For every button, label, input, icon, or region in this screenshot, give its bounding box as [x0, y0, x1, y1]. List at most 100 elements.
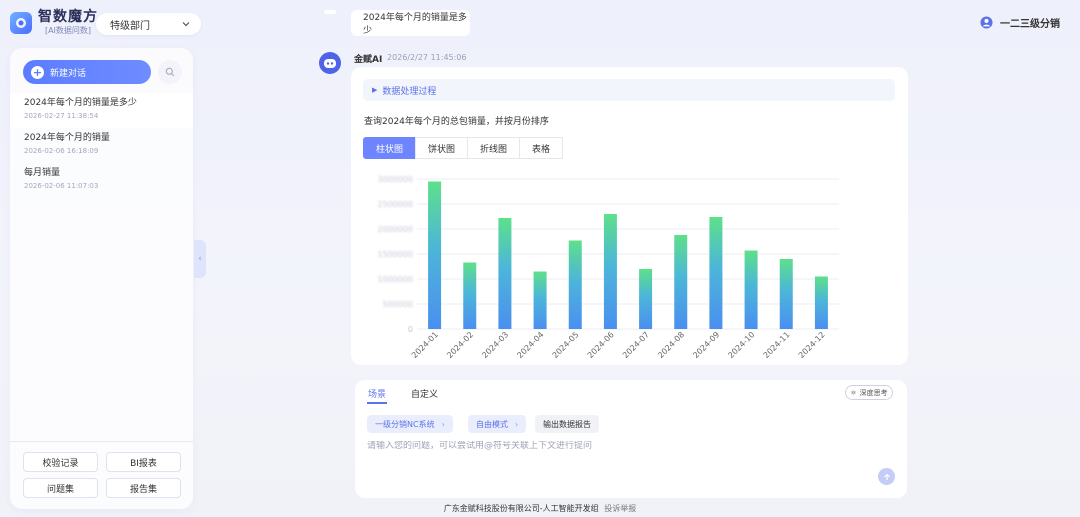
chip-label: 自由模式 [476, 419, 508, 429]
chevron-right-icon: › [515, 419, 519, 429]
tab-custom[interactable]: 自定义 [411, 387, 438, 400]
bar-2024-10[interactable] [744, 250, 758, 330]
x-tick-label: 2024-09 [691, 330, 721, 360]
tab-line-chart[interactable]: 折线图 [467, 137, 521, 159]
tab-bar-chart[interactable]: 柱状图 [363, 137, 417, 159]
send-button[interactable] [878, 468, 895, 485]
x-tick-label: 2024-06 [586, 330, 616, 360]
y-tick-label: 1000000 [377, 275, 413, 284]
conversation-title: 2024年每个月的销量是多少 [24, 98, 137, 108]
plus-icon: + [31, 65, 44, 79]
x-tick-label: 2024-10 [726, 330, 756, 360]
bar-chart-svg: 0 500000 1000000 1500000 2000000 2500000 30000… [377, 175, 839, 360]
caret-right-icon: ▶ [372, 86, 378, 94]
chart-tabs: 柱状图 饼状图 折线图 表格 [363, 137, 564, 159]
sidebar-divider [10, 441, 193, 442]
x-tick-label: 2024-11 [762, 330, 792, 360]
search-button[interactable] [158, 60, 182, 84]
atom-icon: ⚛ [850, 388, 857, 397]
y-tick-label: 500000 [382, 300, 413, 309]
bar-2024-01[interactable] [428, 181, 442, 330]
sidebar: + 新建对话 2024年每个月的销量是多少 2026-02-27 11:38:5… [10, 48, 193, 509]
answer-text: 查询2024年每个月的总包销量，并按月份排序 [364, 117, 549, 127]
footer: 广东金赋科技股份有限公司-人工智能开发组 投诉举报 [0, 503, 1080, 514]
y-tick-label: 0 [408, 325, 413, 334]
brand-subtitle: [AI数据问数] [44, 26, 92, 35]
bar-2024-05[interactable] [568, 240, 582, 330]
deep-think-toggle[interactable]: ⚛ 深度思考 [845, 385, 893, 400]
bar-2024-11[interactable] [779, 259, 793, 329]
bar-2024-04[interactable] [533, 271, 547, 330]
y-tick-label: 2000000 [377, 225, 413, 234]
y-tick-label: 1500000 [377, 250, 413, 259]
bar-2024-08[interactable] [674, 235, 688, 329]
brand-name: 智数魔方 [38, 9, 98, 25]
ai-answer-card: ▶ 数据处理过程 查询2024年每个月的总包销量，并按月份排序 柱状图 饼状图 … [351, 67, 908, 365]
department-select[interactable]: 特级部门 [96, 13, 201, 35]
department-select-value: 特级部门 [110, 20, 150, 32]
x-tick-label: 2024-04 [515, 330, 545, 360]
tab-scene[interactable]: 场景 [368, 387, 386, 400]
conversation-item[interactable]: 2024年每个月的销量是多少 2026-02-27 11:38:54 [10, 93, 193, 128]
ai-timestamp: 2026/2/27 11:45:06 [387, 53, 467, 62]
user-name: 一二三级分销 [1000, 19, 1060, 30]
conversation-list: 2024年每个月的销量是多少 2026-02-27 11:38:54 2024年… [10, 93, 193, 198]
bar-2024-03[interactable] [498, 218, 512, 329]
deep-think-label: 深度思考 [859, 388, 888, 397]
conversation-item[interactable]: 每月销量 2026-02-06 11:07:03 [10, 163, 193, 198]
search-icon [165, 67, 175, 77]
ai-avatar [319, 52, 341, 74]
bar-chart: 0 500000 1000000 1500000 2000000 2500000 30000… [357, 159, 897, 365]
output-report-chip[interactable]: 输出数据报告 [535, 415, 599, 433]
brand-logo-icon [10, 11, 32, 34]
question-input[interactable] [367, 441, 867, 451]
x-tick-label: 2024-01 [410, 330, 440, 360]
new-chat-button[interactable]: + 新建对话 [23, 60, 151, 84]
conversation-time: 2026-02-06 16:18:09 [24, 147, 99, 155]
x-tick-label: 2024-03 [480, 330, 510, 360]
scroll-indicator [324, 10, 336, 14]
tab-table[interactable]: 表格 [519, 137, 564, 159]
scene-chip[interactable]: 一级分销NC系统 › [367, 415, 453, 433]
verify-records-button[interactable]: 校验记录 [23, 452, 98, 472]
footer-company: 广东金赋科技股份有限公司-人工智能开发组 [443, 504, 599, 513]
question-set-button[interactable]: 问题集 [23, 478, 98, 498]
conversation-item[interactable]: 2024年每个月的销量 2026-02-06 16:18:09 [10, 128, 193, 163]
chip-label: 一级分销NC系统 [375, 419, 435, 429]
conversation-time: 2026-02-06 11:07:03 [24, 182, 99, 190]
x-tick-label: 2024-02 [445, 330, 475, 360]
tab-pie-chart[interactable]: 饼状图 [415, 137, 469, 159]
report-set-button[interactable]: 报告集 [106, 478, 181, 498]
bar-2024-12[interactable] [814, 276, 828, 330]
user-message: 2024年每个月的销量是多少 [351, 10, 470, 36]
user-icon [980, 16, 993, 29]
report-link[interactable]: 投诉举报 [604, 504, 636, 513]
conversation-title: 2024年每个月的销量 [24, 133, 110, 143]
robot-icon [324, 59, 336, 68]
send-icon [883, 473, 890, 480]
conversation-time: 2026-02-27 11:38:54 [24, 112, 99, 120]
x-tick-label: 2024-05 [551, 330, 581, 360]
data-process-toggle[interactable]: ▶ 数据处理过程 [363, 79, 895, 101]
sidebar-collapse-button[interactable]: ‹ [194, 240, 206, 278]
mode-chip[interactable]: 自由模式 › [468, 415, 527, 433]
ai-name: 金赋AI [354, 55, 383, 65]
chevron-down-icon [182, 22, 190, 27]
input-panel: 场景 自定义 ⚛ 深度思考 一级分销NC系统 › 自由模式 › 输出数据报告 [355, 380, 907, 498]
bi-report-button[interactable]: BI报表 [106, 452, 181, 472]
chevron-left-icon: ‹ [198, 254, 202, 264]
brand: 智数魔方 [AI数据问数] [10, 10, 98, 35]
bar-2024-09[interactable] [709, 217, 723, 329]
chevron-right-icon: › [441, 419, 445, 429]
active-tab-indicator [367, 402, 387, 404]
data-process-label: 数据处理过程 [382, 86, 437, 97]
user-menu[interactable]: 一二三级分销 [980, 15, 1060, 30]
x-tick-label: 2024-08 [656, 330, 686, 360]
conversation-title: 每月销量 [24, 168, 61, 178]
bar-2024-06[interactable] [603, 214, 617, 329]
bar-2024-07[interactable] [639, 269, 653, 329]
x-tick-label: 2024-12 [797, 330, 827, 360]
x-tick-label: 2024-07 [621, 330, 651, 360]
bar-2024-02[interactable] [463, 262, 477, 330]
y-tick-label: 3000000 [377, 175, 413, 184]
